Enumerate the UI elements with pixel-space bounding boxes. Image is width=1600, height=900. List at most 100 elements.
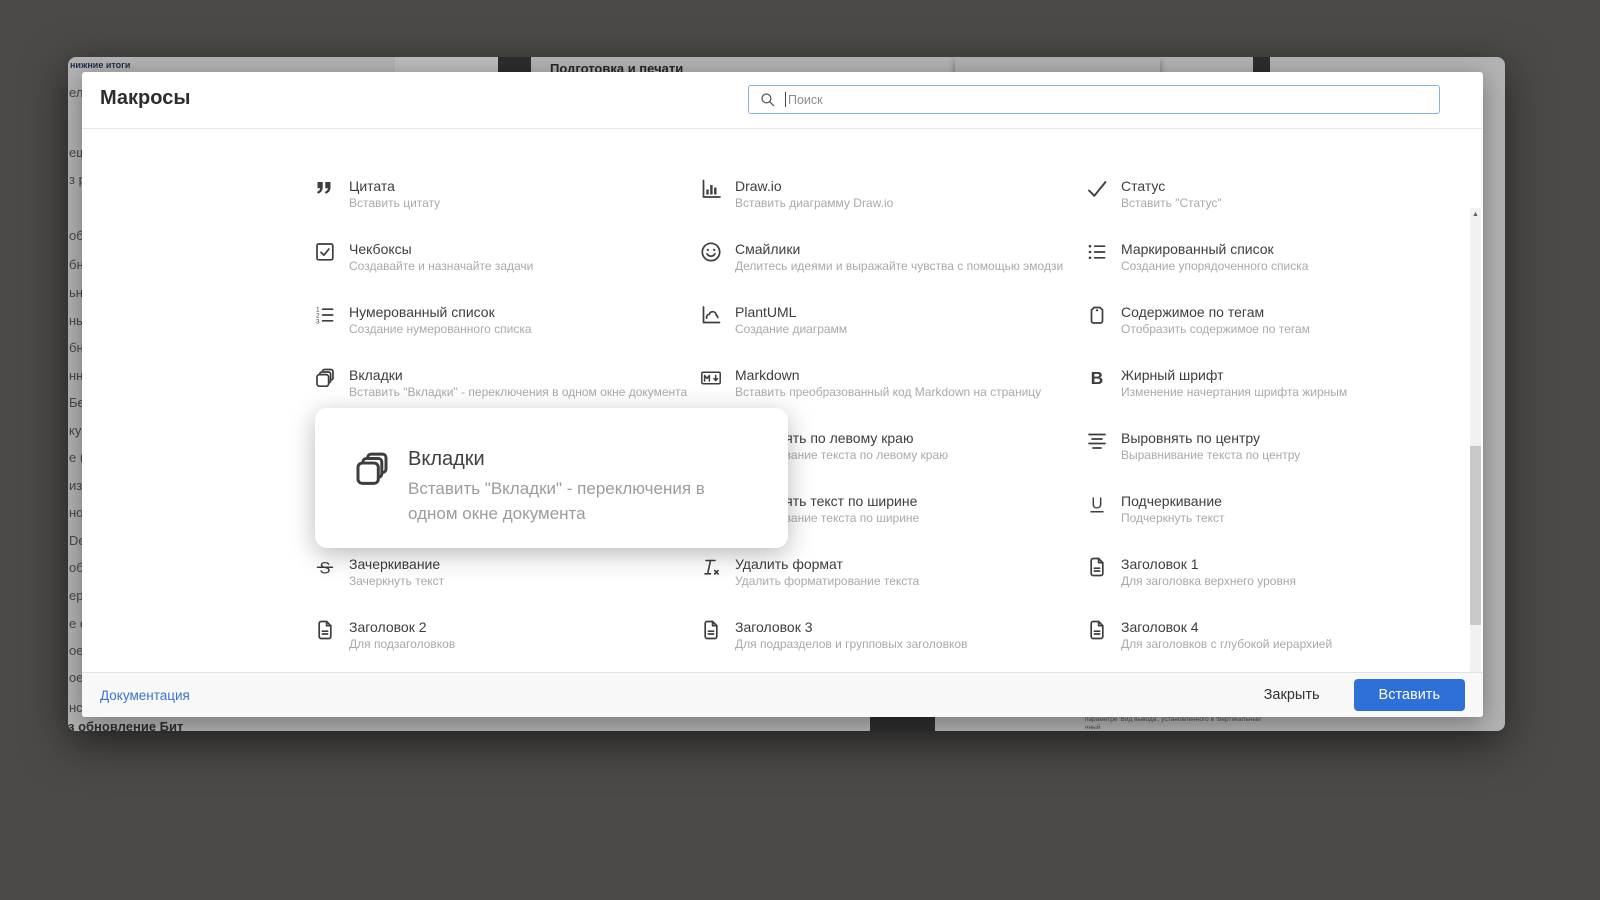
macro-text: Markdown Вставить преобразованный код Mar… <box>735 367 1041 399</box>
macro-text: Удалить формат Удалить форматирование тек… <box>735 556 919 588</box>
document-icon <box>699 618 723 642</box>
macro-text: Статус Вставить "Статус" <box>1121 178 1222 210</box>
search-icon <box>759 91 776 108</box>
macro-item[interactable]: Заголовок 4 Для заголовков с глубокой иер… <box>1085 619 1471 672</box>
macro-text: Заголовок 1 Для заголовка верхнего уровня <box>1121 556 1296 588</box>
svg-text:U: U <box>1091 496 1102 513</box>
svg-text:B: B <box>1091 368 1104 388</box>
macro-title: Смайлики <box>735 241 801 257</box>
macro-description: Отобразить содержимое по тегам <box>1121 322 1310 336</box>
background-text-fragment: ку <box>69 423 82 438</box>
align-center-icon <box>1085 429 1109 453</box>
macro-description: Создание диаграмм <box>735 322 848 336</box>
macro-title: Чекбоксы <box>349 241 412 257</box>
macro-item[interactable]: Смайлики Делитесь идеями и выражайте чувс… <box>699 241 1085 304</box>
tabs-icon <box>351 448 393 490</box>
scrollbar-track[interactable]: ▲ ▼ <box>1470 208 1481 672</box>
macro-description: Для заголовка верхнего уровня <box>1121 574 1296 588</box>
background-tiny-line: нный <box>1085 723 1101 731</box>
macro-item[interactable]: U Подчеркивание Подчеркнуть текст <box>1085 493 1471 556</box>
macro-text: Выровнять по центру Выравнивание текста п… <box>1121 430 1300 462</box>
macro-text: Жирный шрифт Изменение начертания шрифта … <box>1121 367 1347 399</box>
tag-icon <box>1085 303 1109 327</box>
close-button[interactable]: Закрыть <box>1264 687 1320 703</box>
macro-title: Заголовок 3 <box>735 619 813 635</box>
document-icon <box>1085 555 1109 579</box>
background-text-fragment: з обновление Бит <box>68 719 184 731</box>
macro-item[interactable]: Маркированный список Создание упорядоченн… <box>1085 241 1471 304</box>
background-top-strip: нижние итоги Подготовка и печати <box>68 57 1505 76</box>
macro-item[interactable]: S Зачеркивание Зачеркнуть текст <box>313 556 699 619</box>
insert-button[interactable]: Вставить <box>1353 679 1465 711</box>
screen: нижние итоги Подготовка и печати ели ещ з … <box>0 0 1600 900</box>
macro-list-area: Цитата Вставить цитату Draw.io Вставить диа… <box>82 130 1483 672</box>
tooltip-title: Вкладки <box>408 448 485 470</box>
markdown-icon <box>699 366 723 390</box>
macro-item[interactable]: Чекбоксы Создавайте и назначайте задачи <box>313 241 699 304</box>
macro-description: Создавайте и назначайте задачи <box>349 259 534 273</box>
dialog-title: Макросы <box>100 87 191 109</box>
macro-description: Вставить "Статус" <box>1121 196 1222 210</box>
macro-title: Заголовок 2 <box>349 619 427 635</box>
macro-item[interactable]: Содержимое по тегам Отобразить содержимое… <box>1085 304 1471 367</box>
background-text-fragment: ьн <box>69 285 83 300</box>
svg-text:S: S <box>319 559 330 577</box>
macro-description: Создание упорядоченного списка <box>1121 259 1309 273</box>
macro-item[interactable]: Draw.io Вставить диаграмму Draw.io <box>699 178 1085 241</box>
macro-item[interactable]: Заголовок 2 Для подзаголовков <box>313 619 699 672</box>
macro-title: Зачеркивание <box>349 556 441 572</box>
macro-description: Вставить "Вкладки" - переключения в одно… <box>349 385 688 399</box>
background-dark-block <box>1253 57 1270 73</box>
macro-item[interactable]: B Жирный шрифт Изменение начертания шрифта… <box>1085 367 1471 430</box>
macro-item[interactable]: Удалить формат Удалить форматирование тек… <box>699 556 1085 619</box>
tooltip-description: Вставить "Вкладки" - переключения в одно… <box>408 479 705 523</box>
strikethrough-icon: S <box>313 555 337 579</box>
search-input[interactable] <box>788 92 1439 107</box>
macro-item[interactable]: Заголовок 1 Для заголовка верхнего уровня <box>1085 556 1471 619</box>
macro-title: Нумерованный список <box>349 304 495 320</box>
background-text-fragment: из <box>69 478 83 493</box>
macro-text: Чекбоксы Создавайте и назначайте задачи <box>349 241 533 273</box>
scrollbar-up-arrow-icon[interactable]: ▲ <box>1470 209 1481 220</box>
svg-text:3: 3 <box>316 318 320 325</box>
scrollbar-thumb[interactable] <box>1470 446 1481 625</box>
macro-description: Для подзаголовков <box>349 637 456 651</box>
bold-icon: B <box>1085 366 1109 390</box>
macro-title: Цитата <box>349 178 395 194</box>
macro-description: Подчеркнуть текст <box>1121 511 1225 525</box>
macro-description: Вставить преобразованный код Markdown на… <box>735 385 1042 399</box>
macros-dialog: Макросы Цитата Вставить цитату Draw.io Вста… <box>82 72 1483 717</box>
macro-text: Подчеркивание Подчеркнуть текст <box>1121 493 1225 525</box>
underline-icon: U <box>1085 492 1109 516</box>
macro-item[interactable]: 1 2 3 Нумерованный список Создание нумерован… <box>313 304 699 367</box>
documentation-link[interactable]: Документация <box>100 688 190 703</box>
macro-item[interactable]: Заголовок 3 Для подразделов и групповых з… <box>699 619 1085 672</box>
background-tiny-line: параметре 'Вид вывода', установленного в… <box>1085 716 1263 723</box>
search-box[interactable] <box>748 85 1440 114</box>
macro-title: Вкладки <box>349 367 403 383</box>
drawio-chart-icon <box>699 177 723 201</box>
plantuml-icon <box>699 303 723 327</box>
text-caret <box>785 92 786 107</box>
macro-text: Вкладки Вставить "Вкладки" - переключения… <box>349 367 687 399</box>
macro-item[interactable]: PlantUML Создание диаграмм <box>699 304 1085 367</box>
document-icon <box>1085 618 1109 642</box>
macro-tooltip: Вкладки Вставить "Вкладки" - переключени… <box>315 408 788 548</box>
bulleted-list-icon <box>1085 240 1109 264</box>
tabs-icon <box>313 366 337 390</box>
macro-item[interactable]: Выровнять по центру Выравнивание текста п… <box>1085 430 1471 493</box>
macro-title: Заголовок 4 <box>1121 619 1199 635</box>
macro-text: Цитата Вставить цитату <box>349 178 440 210</box>
macro-title: Жирный шрифт <box>1121 367 1224 383</box>
macro-description: Для заголовков с глубокой иерархией <box>1121 637 1333 651</box>
background-dark-block <box>498 57 531 73</box>
macro-description: Выравнивание текста по центру <box>1121 448 1301 462</box>
macro-title: Draw.io <box>735 178 782 194</box>
macro-item[interactable]: Статус Вставить "Статус" <box>1085 178 1471 241</box>
quote-icon <box>313 177 337 201</box>
macro-description: Изменение начертания шрифта жирным <box>1121 385 1348 399</box>
background-panel <box>955 57 1160 73</box>
remove-format-icon <box>699 555 723 579</box>
macro-text: Заголовок 3 Для подразделов и групповых з… <box>735 619 967 651</box>
macro-item[interactable]: Цитата Вставить цитату <box>313 178 699 241</box>
